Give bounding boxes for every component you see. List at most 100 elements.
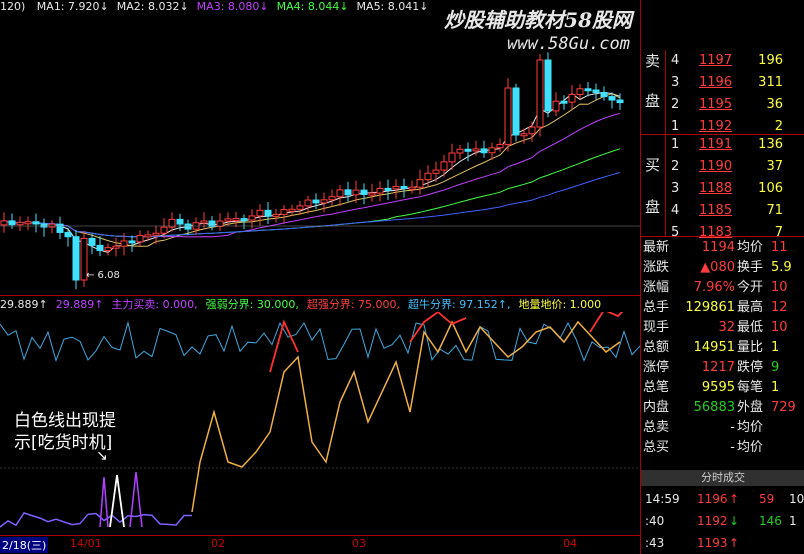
level-index: 4 bbox=[671, 53, 680, 68]
candle-body bbox=[400, 185, 408, 189]
candle-body bbox=[16, 221, 24, 226]
annotation-text: 白色线出现提 示[吃货时机] bbox=[14, 410, 164, 454]
ma-legend-4: MA4: 8.044↓ bbox=[276, 0, 349, 13]
candle-body bbox=[440, 161, 448, 171]
stat-value: 32 bbox=[718, 320, 735, 335]
candle-body bbox=[96, 244, 104, 252]
stat-label: 涨跌 bbox=[643, 260, 670, 275]
stat-row: 总卖 - 均价 bbox=[641, 418, 804, 438]
tick-time: :40 bbox=[645, 514, 665, 528]
stat-value: 1 bbox=[771, 340, 780, 355]
level-volume: 37 bbox=[766, 159, 783, 174]
signal-spike bbox=[129, 471, 143, 528]
candle-body bbox=[88, 237, 96, 246]
level-index: 4 bbox=[671, 203, 680, 218]
stat-label: 现手 bbox=[643, 320, 670, 335]
stat-value: ▲080 bbox=[700, 260, 735, 275]
candle-body bbox=[248, 215, 256, 221]
stat-value: 56883 bbox=[693, 400, 735, 415]
level-volume: 36 bbox=[766, 97, 783, 112]
stat-value: 1 bbox=[771, 380, 780, 395]
tick-extra: 10 bbox=[789, 492, 804, 506]
tick-direction-icon: ↑ bbox=[729, 492, 740, 506]
candle-body bbox=[496, 143, 504, 149]
candle-body bbox=[480, 148, 488, 154]
candle-body bbox=[360, 189, 368, 196]
stat-label: 今开 bbox=[737, 280, 764, 295]
stat-value: 9595 bbox=[701, 380, 735, 395]
candle-body bbox=[200, 220, 208, 224]
watermark-title: 炒股辅助教材58股网 bbox=[444, 8, 632, 32]
date-label: 04 bbox=[563, 537, 577, 550]
candle-body bbox=[144, 234, 152, 238]
book-side-label: 盘 bbox=[645, 92, 661, 110]
stat-label: 总笔 bbox=[643, 380, 670, 395]
tick-direction-icon: ↓ bbox=[729, 514, 740, 528]
candle-body bbox=[48, 223, 56, 228]
stat-value: 10 bbox=[771, 320, 788, 335]
stat-row: 总买 - 均价 bbox=[641, 438, 804, 458]
tick-direction-icon: ↑ bbox=[729, 536, 740, 550]
level-volume: 196 bbox=[758, 53, 783, 68]
book-separator bbox=[665, 50, 666, 236]
stat-value: 5.9 bbox=[771, 260, 792, 275]
candle-body bbox=[328, 196, 336, 201]
annotation-line2: 示[吃货时机] bbox=[14, 433, 113, 453]
candle-body bbox=[432, 169, 440, 174]
stat-row: 现手 32 最低 10 bbox=[641, 318, 804, 338]
period-label[interactable]: 2/18(三) bbox=[0, 537, 49, 553]
candle-body bbox=[296, 205, 304, 210]
quote-panel: 分时成交 4 1197 196 3 1196 311 2 1195 36 1 1192 2 1 1191 1… bbox=[640, 0, 804, 554]
signal-spike bbox=[99, 476, 109, 528]
candle-body bbox=[56, 223, 64, 233]
stat-value: 12 bbox=[771, 300, 788, 315]
stat-value: - bbox=[730, 440, 735, 455]
stat-label: 涨停 bbox=[643, 360, 670, 375]
stat-value: 729 bbox=[771, 400, 796, 415]
candle-body bbox=[544, 59, 552, 112]
candle-body bbox=[504, 87, 512, 145]
ticks-tab[interactable]: 分时成交 bbox=[641, 470, 804, 486]
level-index: 2 bbox=[671, 159, 680, 174]
stat-row: 总额 14951 量比 1 bbox=[641, 338, 804, 358]
candle-body bbox=[184, 223, 192, 230]
stat-value: 1217 bbox=[701, 360, 735, 375]
candle-body bbox=[288, 208, 296, 212]
level-index: 3 bbox=[671, 75, 680, 90]
candle-body bbox=[0, 220, 8, 226]
candle-body bbox=[280, 209, 288, 215]
level-price: 1191 bbox=[699, 137, 733, 152]
candle-body bbox=[376, 187, 384, 194]
tick-row: :40 1192 ↓ 146 1 bbox=[641, 510, 804, 532]
stat-row: 内盘 56883 外盘 729 bbox=[641, 398, 804, 418]
indicator-legend-7: 地量地价: 1.000 bbox=[518, 298, 602, 311]
candle-body bbox=[160, 226, 168, 234]
level-volume: 311 bbox=[758, 75, 783, 90]
candle-body bbox=[272, 213, 280, 217]
candle-body bbox=[264, 209, 272, 217]
date-label: 03 bbox=[352, 537, 366, 550]
candle-body bbox=[216, 220, 224, 227]
ma-legend-5: MA5: 8.041↓ bbox=[356, 0, 429, 13]
candle-body bbox=[408, 186, 416, 190]
candle-body bbox=[600, 91, 608, 98]
candle-body bbox=[384, 187, 392, 191]
tick-row: :43 1193 ↑ bbox=[641, 532, 804, 554]
stat-value: 11 bbox=[771, 240, 788, 255]
book-side-label: 盘 bbox=[645, 198, 661, 216]
candle-body bbox=[536, 59, 544, 128]
candlestick-chart[interactable]: ← 6.08 bbox=[0, 18, 640, 294]
candle-body bbox=[40, 223, 48, 228]
moving-average-line bbox=[3, 93, 621, 247]
stat-label: 总手 bbox=[643, 300, 670, 315]
candle-body bbox=[128, 240, 136, 244]
indicator-line-purple bbox=[0, 512, 192, 528]
candle-body bbox=[560, 100, 568, 104]
candle-body bbox=[224, 218, 232, 222]
stat-label: 换手 bbox=[737, 260, 764, 275]
tick-time: :43 bbox=[645, 536, 665, 550]
kline-chart-panel[interactable]: 120) MA1: 7.920↓ MA2: 8.032↓ MA3: 8.080↓ MA… bbox=[0, 0, 640, 554]
date-label: 02 bbox=[211, 537, 225, 550]
candle-body bbox=[344, 189, 352, 196]
tick-time: 14:59 bbox=[645, 492, 680, 506]
